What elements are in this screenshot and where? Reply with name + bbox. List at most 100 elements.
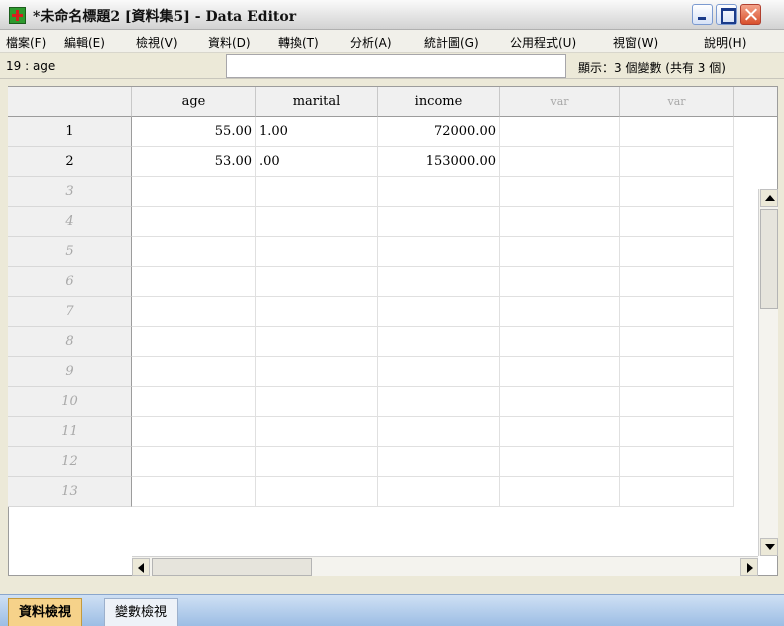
horizontal-scrollbar[interactable] [132,556,758,576]
data-cell[interactable] [620,237,734,267]
data-cell[interactable]: 1.00 [256,117,378,147]
data-cell[interactable] [378,477,500,507]
data-cell[interactable] [132,177,256,207]
data-cell[interactable] [620,297,734,327]
data-cell[interactable] [620,387,734,417]
data-cell[interactable] [500,267,620,297]
data-cell[interactable] [620,477,734,507]
row-header[interactable]: 11 [8,417,132,447]
data-cell[interactable] [256,267,378,297]
vertical-scroll-thumb[interactable] [760,209,778,309]
data-cell[interactable] [500,447,620,477]
horizontal-scroll-thumb[interactable] [152,558,312,576]
menu-file[interactable]: 檔案(F) [6,34,46,51]
data-cell[interactable] [378,267,500,297]
data-cell[interactable] [378,387,500,417]
data-cell[interactable] [620,447,734,477]
data-cell[interactable] [256,387,378,417]
data-cell[interactable] [620,327,734,357]
menu-data[interactable]: 資料(D) [208,34,251,51]
row-header[interactable]: 6 [8,267,132,297]
menu-help[interactable]: 說明(H) [704,34,746,51]
data-cell[interactable] [132,387,256,417]
data-cell[interactable] [378,207,500,237]
row-header[interactable]: 12 [8,447,132,477]
data-cell[interactable] [500,237,620,267]
minimize-button[interactable] [692,4,713,25]
data-cell[interactable] [500,147,620,177]
data-cell[interactable] [500,297,620,327]
data-cell[interactable] [132,477,256,507]
data-cell[interactable] [620,147,734,177]
close-button[interactable] [740,4,761,25]
row-header[interactable]: 5 [8,237,132,267]
cell-value-input[interactable] [226,54,566,78]
menu-graphs[interactable]: 統計圖(G) [424,34,479,51]
data-cell[interactable] [500,387,620,417]
scroll-up-icon[interactable] [760,189,778,207]
data-cell[interactable] [378,417,500,447]
data-cell[interactable] [620,417,734,447]
row-header[interactable]: 8 [8,327,132,357]
data-cell[interactable]: .00 [256,147,378,177]
data-cell[interactable]: 55.00 [132,117,256,147]
data-cell[interactable] [378,237,500,267]
data-cell[interactable] [256,417,378,447]
data-cell[interactable] [378,327,500,357]
data-cell[interactable] [500,357,620,387]
data-cell[interactable] [620,207,734,237]
maximize-button[interactable] [716,4,737,25]
menu-transform[interactable]: 轉換(T) [278,34,319,51]
data-cell[interactable] [256,477,378,507]
data-cell[interactable] [256,297,378,327]
data-cell[interactable] [132,327,256,357]
scroll-left-icon[interactable] [132,558,150,576]
column-header-var-1[interactable]: var [500,87,620,117]
row-header[interactable]: 10 [8,387,132,417]
data-cell[interactable] [500,417,620,447]
data-cell[interactable] [256,357,378,387]
data-cell[interactable] [132,267,256,297]
data-cell[interactable] [620,177,734,207]
data-cell[interactable] [256,207,378,237]
row-header[interactable]: 1 [8,117,132,147]
data-cell[interactable] [132,207,256,237]
menu-analyze[interactable]: 分析(A) [350,34,392,51]
data-cell[interactable] [500,177,620,207]
menu-window[interactable]: 視窗(W) [613,34,658,51]
data-cell[interactable] [620,117,734,147]
data-cell[interactable] [132,357,256,387]
data-cell[interactable] [256,327,378,357]
data-cell[interactable]: 53.00 [132,147,256,177]
data-cell[interactable] [132,297,256,327]
row-header[interactable]: 3 [8,177,132,207]
data-cell[interactable] [500,207,620,237]
data-cell[interactable] [378,297,500,327]
column-header-var-2[interactable]: var [620,87,734,117]
row-header[interactable]: 4 [8,207,132,237]
tab-data-view[interactable]: 資料檢視 [8,598,83,626]
data-cell[interactable] [256,447,378,477]
data-cell[interactable] [500,117,620,147]
data-cell[interactable] [256,237,378,267]
column-header-marital[interactable]: marital [256,87,378,117]
tab-variable-view[interactable]: 變數檢視 [104,598,179,626]
row-header[interactable]: 7 [8,297,132,327]
data-cell[interactable] [620,267,734,297]
column-header-age[interactable]: age [132,87,256,117]
grid-corner[interactable] [8,87,132,117]
vertical-scrollbar[interactable] [758,189,778,556]
row-header[interactable]: 9 [8,357,132,387]
data-cell[interactable] [378,447,500,477]
scroll-right-icon[interactable] [740,558,758,576]
scroll-down-icon[interactable] [760,538,778,556]
data-cell[interactable] [132,237,256,267]
column-header-income[interactable]: income [378,87,500,117]
row-header[interactable]: 13 [8,477,132,507]
row-header[interactable]: 2 [8,147,132,177]
data-cell[interactable] [620,357,734,387]
data-cell[interactable]: 72000.00 [378,117,500,147]
menu-utilities[interactable]: 公用程式(U) [510,34,576,51]
data-cell[interactable] [378,357,500,387]
menu-edit[interactable]: 編輯(E) [64,34,105,51]
